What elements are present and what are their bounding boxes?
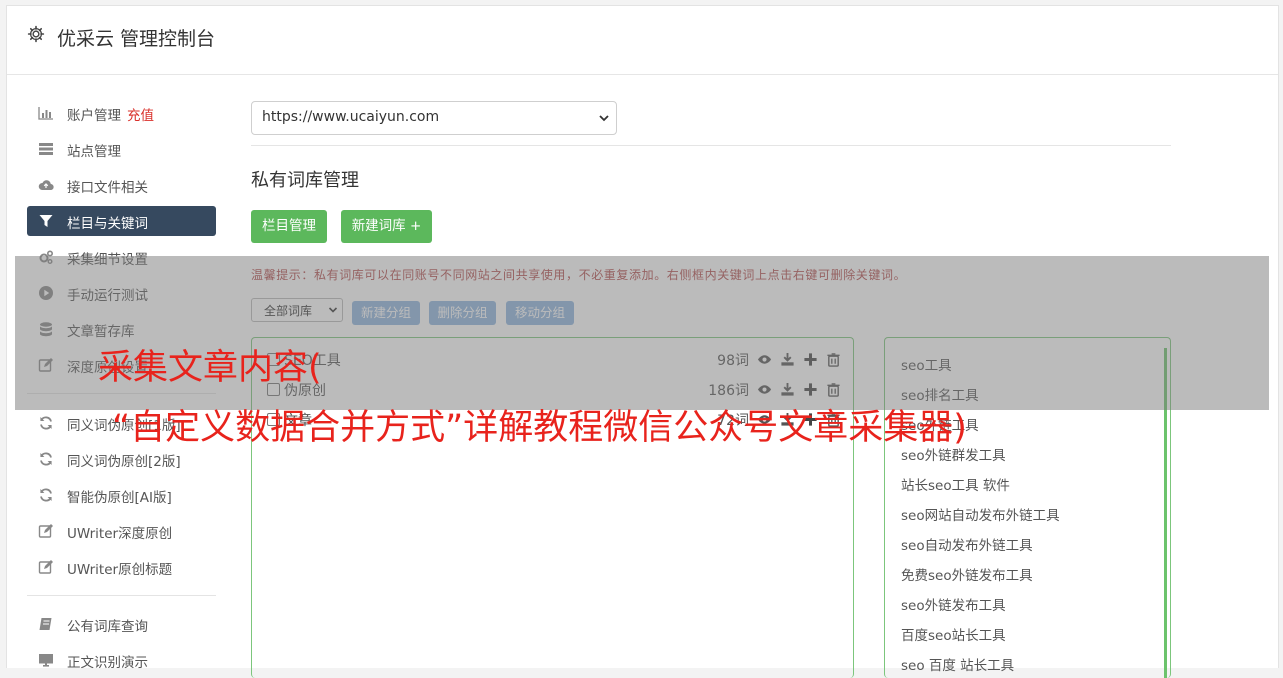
refresh-icon: [40, 452, 52, 466]
sidebar-item-sites[interactable]: 站点管理: [27, 134, 216, 164]
sidebar-item-uwriter-deep[interactable]: UWriter深度原创: [27, 516, 216, 546]
desktop-icon: [39, 654, 53, 667]
keyword-item[interactable]: 百度seo站长工具: [901, 624, 1006, 644]
site-select-value: https://www.ucaiyun.com: [262, 109, 440, 125]
edit-icon: [38, 560, 53, 574]
sidebar-item-label: 同义词伪原创[2版]: [67, 454, 181, 470]
recharge-link[interactable]: 充值: [127, 108, 154, 124]
keyword-item[interactable]: seo外链发布工具: [901, 594, 1006, 614]
sidebar-item-account[interactable]: 账户管理 充值: [27, 98, 216, 128]
gear-icon[interactable]: [27, 25, 45, 43]
sidebar-item-public-lexicon[interactable]: 公有词库查询: [27, 609, 216, 639]
keyword-item[interactable]: seo 百度 站长工具: [901, 654, 1014, 674]
chevron-down-icon: [599, 115, 609, 122]
top-bar: 优采云 管理控制台: [7, 6, 1278, 75]
sidebar-item-uwriter-title[interactable]: UWriter原创标题: [27, 552, 216, 582]
sidebar-divider: [27, 595, 216, 596]
overlay-caption-line1: 采集文章内容(: [98, 348, 322, 388]
page-title: 优采云 管理控制台: [57, 28, 216, 50]
sidebar-item-label: 站点管理: [67, 144, 121, 160]
sidebar-item-ai-original[interactable]: 智能伪原创[AI版]: [27, 480, 216, 510]
book-icon: [39, 618, 52, 630]
edit-icon: [38, 524, 53, 538]
sidebar-item-interface[interactable]: 接口文件相关: [27, 170, 216, 200]
sidebar-item-label: 栏目与关键词: [67, 216, 148, 232]
column-manage-button[interactable]: 栏目管理: [251, 210, 327, 243]
sidebar-item-label: 正文识别演示: [67, 655, 148, 671]
sidebar-item-label: UWriter深度原创: [67, 526, 173, 542]
sidebar-item-label: 账户管理: [67, 108, 121, 124]
filter-icon: [39, 215, 53, 227]
keyword-item[interactable]: seo自动发布外链工具: [901, 534, 1033, 554]
cloud-upload-icon: [38, 180, 54, 191]
divider: [251, 145, 1171, 146]
refresh-icon: [40, 488, 52, 502]
sidebar-item-label: 接口文件相关: [67, 180, 148, 196]
keyword-item[interactable]: 免费seo外链发布工具: [901, 564, 1033, 584]
keyword-item[interactable]: seo网站自动发布外链工具: [901, 504, 1060, 524]
sidebar-item-columns-keywords[interactable]: 栏目与关键词: [27, 206, 216, 236]
site-select[interactable]: https://www.ucaiyun.com: [251, 101, 617, 135]
server-icon: [39, 143, 53, 155]
bar-chart-icon: [38, 107, 53, 120]
new-lexicon-button[interactable]: 新建词库 +: [341, 210, 432, 243]
section-title: 私有词库管理: [251, 170, 359, 191]
sidebar-item-label: 智能伪原创[AI版]: [67, 490, 172, 506]
overlay-caption-line2: “自定义数据合并方式”详解教程微信公众号文章采集器): [112, 408, 967, 448]
sidebar-item-label: UWriter原创标题: [67, 562, 173, 578]
keyword-item[interactable]: 站长seo工具 软件: [901, 474, 1010, 494]
refresh-icon: [40, 416, 52, 430]
sidebar-item-text-recognition[interactable]: 正文识别演示: [27, 645, 216, 675]
sidebar-item-label: 公有词库查询: [67, 619, 148, 635]
